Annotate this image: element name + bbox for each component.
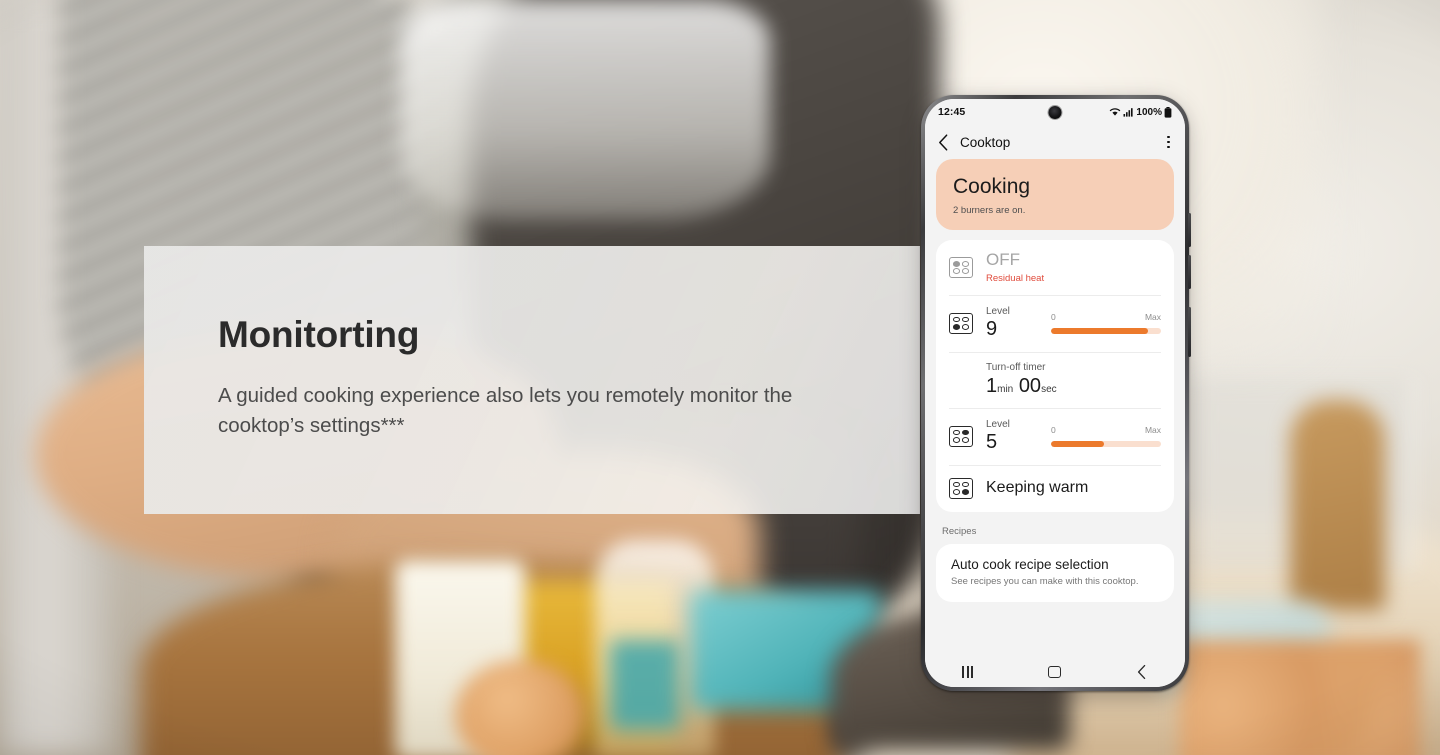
hob-top-left-icon [949,256,973,278]
keeping-warm-label: Keeping warm [986,479,1089,497]
turn-off-timer-label: Turn-off timer [986,361,1046,373]
app-bar-title: Cooktop [960,134,1011,150]
cooktop-content[interactable]: Cooking 2 burners are on. OFF Residual h… [925,159,1185,657]
cellular-signal-icon [1123,108,1134,117]
timer-seconds: 00 [1018,374,1042,397]
cooking-status-title: Cooking [953,175,1031,198]
burner-level-value: 5 [986,430,998,453]
burner-level-slider[interactable]: 0 Max [1051,425,1161,448]
battery-percent-label: 100% [1136,106,1162,118]
back-icon[interactable] [1136,664,1148,680]
timer-minutes-unit: min [997,383,1014,395]
status-bar-indicators: 100% [1109,106,1172,118]
burner-row-level-9[interactable]: Level 9 0 Max [936,294,1174,352]
promo-banner: Monitorting A guided cooking experience … [0,0,1440,755]
recipes-section-label: Recipes [942,525,977,537]
power-button[interactable] [1188,307,1191,357]
timer-seconds-unit: sec [1041,383,1057,395]
burner-level-value: 9 [986,317,998,340]
recents-icon[interactable] [962,666,974,678]
status-bar-clock: 12:45 [938,106,966,118]
cooking-status-subtitle: 2 burners are on. [953,205,1026,217]
burners-card: OFF Residual heat Level 9 0 Max Turn-off… [936,240,1174,512]
slider-max-label: Max [1144,312,1161,323]
page-title: Monitorting [218,314,420,355]
timer-minutes: 1 [986,374,998,397]
hob-top-right-icon [949,425,973,447]
app-bar: Cooktop [925,125,1185,159]
wifi-icon [1110,108,1121,116]
auto-cook-recipe-subtitle: See recipes you can make with this cookt… [951,575,1139,587]
auto-cook-recipe-title: Auto cook recipe selection [951,556,1109,572]
home-icon[interactable] [1048,665,1061,679]
android-nav-bar [925,657,1185,687]
slider-fill [1051,328,1148,335]
slider-fill [1051,441,1104,448]
turn-off-timer-row[interactable]: Turn-off timer 1min 00sec [936,351,1174,408]
turn-off-timer-value: 1min 00sec [986,375,1161,398]
keeping-warm-row[interactable]: Keeping warm [936,464,1174,512]
cooking-status-card[interactable]: Cooking 2 burners are on. [936,159,1174,231]
auto-cook-recipe-card[interactable]: Auto cook recipe selection See recipes y… [936,543,1174,602]
front-camera-punch-hole [1048,106,1062,119]
slider-min-label: 0 [1051,425,1056,436]
battery-full-icon [1164,106,1172,118]
burner-residual-heat-note: Residual heat [986,272,1045,284]
hob-bottom-left-icon [949,312,973,334]
chevron-left-icon[interactable] [938,133,949,151]
burner-state-label: OFF [986,250,1020,270]
volume-down-button[interactable] [1188,255,1191,289]
burner-row-off[interactable]: OFF Residual heat [936,240,1174,295]
burner-level-label: Level [986,305,1010,317]
phone-frame: 12:45 100% Cooktop Cooking 2 burners are… [921,95,1191,691]
status-bar: 12:45 100% [925,99,1185,125]
volume-up-button[interactable] [1188,213,1191,247]
slider-track [1051,328,1161,335]
promo-text-panel: Monitorting A guided cooking experience … [144,246,920,514]
slider-min-label: 0 [1051,312,1056,323]
page-description: A guided cooking experience also lets yo… [218,384,793,437]
phone-screen: 12:45 100% Cooktop Cooking 2 burners are… [925,99,1185,687]
slider-max-label: Max [1144,425,1161,436]
burner-level-slider[interactable]: 0 Max [1051,312,1161,335]
more-vertical-icon[interactable] [1165,132,1172,153]
burner-level-label: Level [986,418,1010,430]
slider-track [1051,441,1161,448]
hob-bottom-right-icon [949,477,973,499]
phone-mockup: 12:45 100% Cooktop Cooking 2 burners are… [921,95,1191,697]
burner-row-level-5[interactable]: Level 5 0 Max [936,407,1174,465]
